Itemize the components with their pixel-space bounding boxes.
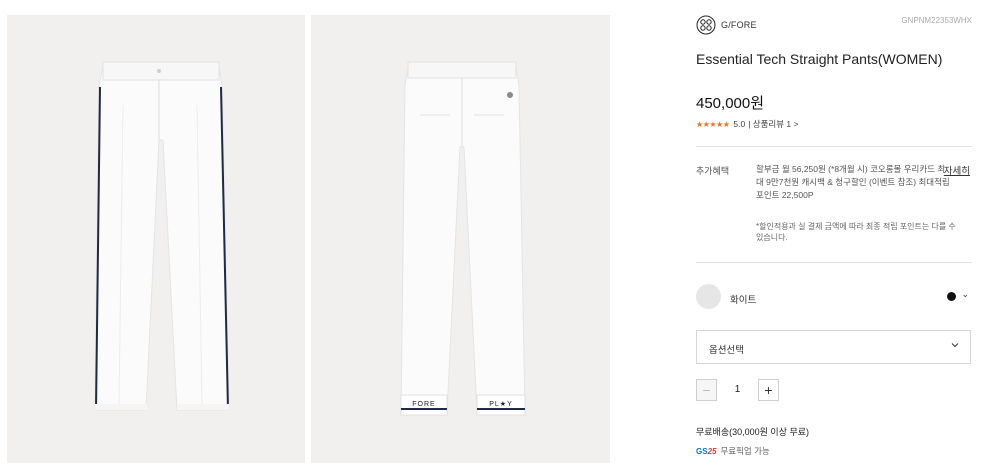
hem-left-text: FORE [412,401,435,408]
gs25-logo-prefix: GS [696,446,708,456]
color-selector[interactable]: 화이트 ⌄ [696,284,972,310]
review-link[interactable]: | 상품리뷰 1 > [748,118,798,130]
chevron-down-icon[interactable]: ⌄ [961,289,969,300]
benefit-note: *할인적용과 실 결제 금액에 따라 최종 적립 포인트는 다를 수 있습니다. [756,222,956,242]
product-title: Essential Tech Straight Pants(WOMEN) [696,51,943,67]
gs25-logo-number: 25 [707,446,717,456]
benefit-text: 할부금 월 56,250원 (*8개월 시) 코오롱몰 우리카드 최대 9만7천… [756,164,950,200]
product-code: GNPNM22353WHX [901,16,972,25]
gs25-logo-icon: GS25 [696,447,716,456]
quantity-increase-button[interactable]: + [758,379,779,401]
shipping-info: 무료배송(30,000원 이상 무료) [696,427,810,437]
quantity-stepper: − 1 + [696,379,796,401]
color-name: 화이트 [730,295,757,306]
product-image-front[interactable] [7,15,305,463]
benefit-detail-link[interactable]: 자세히 [944,163,970,177]
rating-row: ★★★★★ 5.0 | 상품리뷰 1 > [696,118,798,130]
pants-front-illustration [94,61,230,411]
brand-name[interactable]: G/FORE [721,20,757,30]
option-select[interactable]: 옵션선택 [696,330,971,364]
chevron-down-icon [951,343,959,348]
color-swatch[interactable] [696,284,721,309]
product-price: 450,000원 [696,95,765,112]
quantity-value: 1 [734,384,741,395]
gs25-pickup-text: 무료픽업 가능 [720,446,770,456]
rating-score: 5.0 [733,119,746,129]
quantity-decrease-button[interactable]: − [696,379,717,401]
divider [696,146,972,147]
product-image-back[interactable]: FORE PL★Y [311,15,610,463]
pants-back-illustration: FORE PL★Y [400,61,526,416]
rating-stars-icon: ★★★★★ [696,119,730,129]
divider [696,262,972,263]
color-dot-icon[interactable] [947,292,956,301]
product-info-panel: G/FORE GNPNM22353WHX Essential Tech Stra… [696,0,972,471]
gs25-pickup-row: GS25 무료픽업 가능 [696,445,770,457]
brand-row: G/FORE GNPNM22353WHX [696,15,972,37]
benefit-label: 추가혜택 [696,166,730,176]
hem-right-text: PL★Y [489,400,513,408]
option-select-label: 옵션선택 [709,345,744,356]
brand-logo-icon[interactable] [696,15,716,35]
